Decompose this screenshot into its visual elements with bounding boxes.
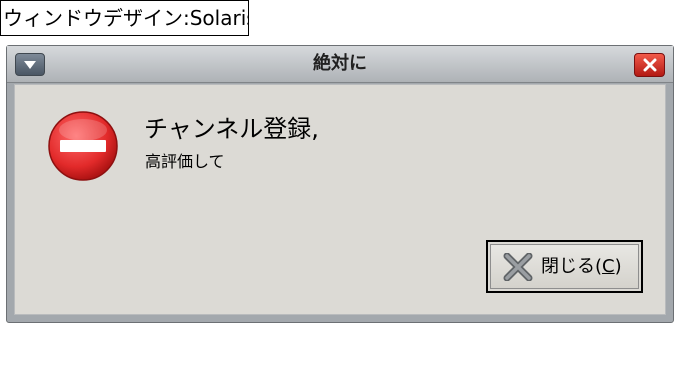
close-button-face: 閉じる(C) [490,244,639,289]
caption-label: ウィンドウデザイン:Solaris [0,0,249,36]
message-title: チャンネル登録, [144,115,319,143]
window-close-button[interactable] [634,53,665,77]
dialog-window: 絶対に チャンネル登録, 高評価して 閉じる(C) [6,45,674,323]
close-button-label: 閉じる(C) [541,256,622,277]
error-icon [48,111,118,181]
message-body: 高評価して [145,152,225,171]
close-icon [643,58,657,72]
dialog-body: チャンネル登録, 高評価して 閉じる(C) [14,84,666,315]
close-x-icon [503,253,533,281]
close-button[interactable]: 閉じる(C) [486,240,643,293]
title-bar: 絶対に [7,46,673,83]
window-title: 絶対に [313,53,367,74]
